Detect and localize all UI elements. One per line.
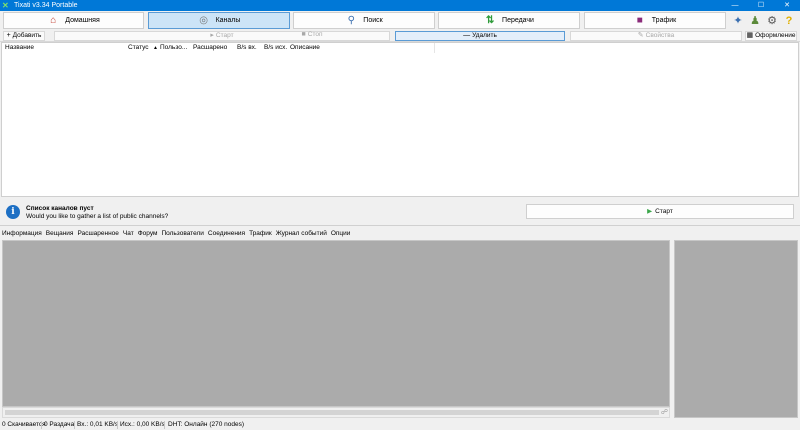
info-icon: i [6,205,20,219]
infobar-message: Would you like to gather a list of publi… [26,213,169,220]
toolbar-right-icons: ✦ ♟ ⚙ ? [730,13,798,29]
column-status[interactable]: Статус [128,44,149,51]
column-users[interactable]: Пользо... [160,44,187,51]
column-bps-in[interactable]: B/s вх. [237,44,257,51]
settings-icon[interactable]: ⚙ [764,13,780,29]
transfers-icon: ⇅ [485,14,495,26]
appearance-label: Оформление [755,32,796,39]
channels-button[interactable]: ◎ Каналы [148,12,290,29]
status-seeding: 0 Раздача [44,421,75,428]
plus-icon: + [6,32,11,39]
channel-list[interactable]: Название Статус ▲ Пользо... Расшарено B/… [1,42,799,197]
home-icon: ⌂ [50,14,57,26]
appearance-icon: ▦ [746,32,754,39]
tab-shared[interactable]: Расшаренное [75,229,120,239]
horizontal-scrollbar[interactable]: ☍ [2,407,670,418]
users-icon[interactable]: ♟ [747,13,763,29]
list-header: Название Статус ▲ Пользо... Расшарено B/… [2,43,798,53]
detail-pane [2,240,670,407]
sort-arrow-icon: ▲ [153,45,158,51]
home-button[interactable]: ⌂ Домашняя [3,12,144,29]
tab-chat[interactable]: Чат [121,229,136,239]
gather-channels-start-button[interactable]: ▶ Старт [526,204,794,219]
status-out-speed: Исх.: 0,00 KB/s [120,421,165,428]
maximize-button[interactable]: ☐ [748,0,774,11]
delete-button[interactable]: — Удалить [395,31,565,41]
search-icon: ⚲ [347,14,355,26]
channel-toolbar: + Добавить ▸ Старт ■ Стоп — Удалить ✎ Свойств… [0,30,800,42]
tab-broadcasts[interactable]: Вещания [44,229,76,239]
tab-forum[interactable]: Форум [136,229,160,239]
tab-connections[interactable]: Соединения [206,229,247,239]
properties-label: Свойства [645,32,675,39]
status-divider [164,421,165,429]
infobar-title: Список каналов пуст [26,205,94,212]
stop-label: Стоп [307,31,323,38]
transfers-button[interactable]: ⇅ Передачи [438,12,580,29]
traffic-label: Трафик [651,17,677,24]
search-button[interactable]: ⚲ Поиск [293,12,435,29]
gather-start-label: Старт [655,208,673,215]
column-name[interactable]: Название [5,44,34,51]
delete-label: Удалить [472,32,497,39]
tab-options[interactable]: Опции [329,229,353,239]
traffic-button[interactable]: ■ Трафик [584,12,726,29]
empty-list-infobar: i Список каналов пуст Would you like to … [0,198,800,226]
status-dht: DHT: Онлайн (270 nodes) [168,421,245,428]
home-label: Домашняя [65,17,100,24]
properties-button[interactable]: ✎ Свойства [570,31,742,41]
share-icon[interactable]: ✦ [730,13,746,29]
properties-icon: ✎ [637,32,644,39]
stop-icon: ■ [301,31,306,38]
traffic-icon: ■ [636,14,643,26]
close-button[interactable]: ✕ [774,0,800,11]
status-divider [117,421,118,429]
column-divider [434,43,435,53]
add-label: Добавить [12,32,42,39]
stop-button[interactable]: ■ Стоп [234,31,390,41]
minus-icon: — [463,32,471,39]
tixati-x-icon: ✕ [2,1,9,10]
status-divider [74,421,75,429]
title-bar: ✕ Tixati v3.34 Portable — ☐ ✕ [0,0,800,11]
column-bps-out[interactable]: B/s исх. [264,44,287,51]
appearance-button[interactable]: ▦ Оформление [745,31,797,41]
channels-label: Каналы [215,17,241,24]
play-icon: ▸ [210,32,214,39]
status-divider [41,421,42,429]
column-description[interactable]: Описание [290,44,320,51]
tab-users[interactable]: Пользователи [159,229,205,239]
scrollbar-thumb[interactable] [5,410,659,415]
link-icon[interactable]: ☍ [661,408,668,417]
window-controls: — ☐ ✕ [722,0,800,11]
window-title: Tixati v3.34 Portable [14,2,78,9]
status-downloading: 0 Скачивается [2,421,46,428]
status-in-speed: Вх.: 0,01 KB/s [77,421,119,428]
search-label: Поиск [363,17,383,24]
tab-event-log[interactable]: Журнал событий [274,229,329,239]
detail-tabs: Информация Вещания Расшаренное Чат Форум… [0,229,352,239]
column-shared[interactable]: Расшарено [193,44,227,51]
help-icon[interactable]: ? [781,13,797,29]
side-pane [674,240,798,418]
minimize-button[interactable]: — [722,0,748,11]
add-button[interactable]: + Добавить [3,31,45,41]
transfers-label: Передачи [502,17,534,24]
tab-traffic[interactable]: Трафик [247,229,274,239]
channels-icon: ◎ [199,14,208,26]
main-toolbar: ⌂ Домашняя ◎ Каналы ⚲ Поиск ⇅ Передачи ■… [0,11,800,30]
status-bar: 0 Скачивается 0 Раздача Вх.: 0,01 KB/s И… [0,420,800,430]
tab-info[interactable]: Информация [0,229,44,239]
start-label: Старт [215,32,234,39]
play-icon: ▶ [647,208,653,215]
